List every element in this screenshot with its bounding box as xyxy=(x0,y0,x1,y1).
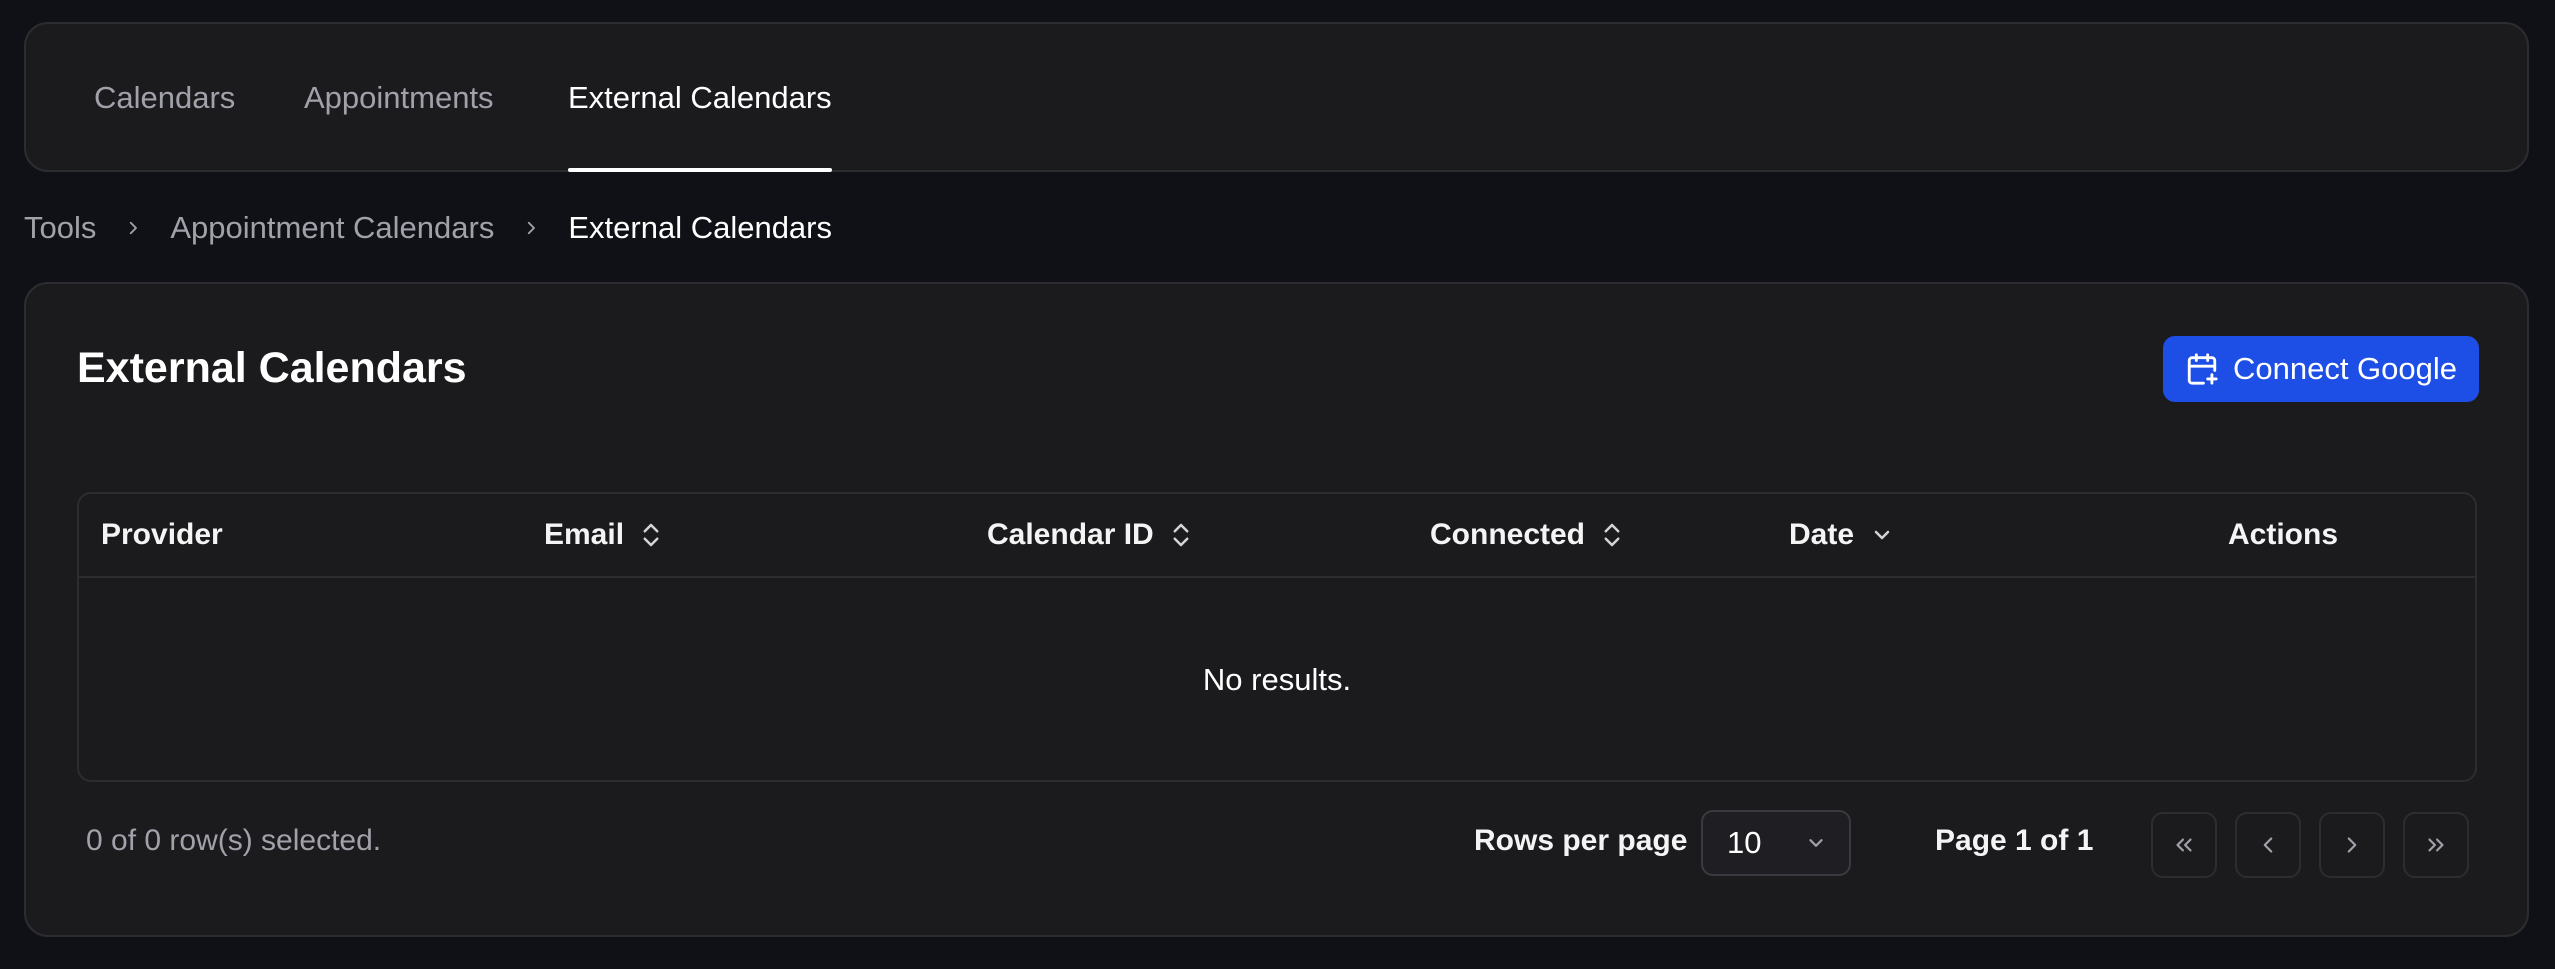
sort-icon xyxy=(640,520,662,550)
column-date[interactable]: Date xyxy=(1789,494,1894,576)
breadcrumb: Tools Appointment Calendars External Cal… xyxy=(24,206,832,250)
calendar-plus-icon xyxy=(2185,352,2219,386)
connect-google-label: Connect Google xyxy=(2232,351,2458,386)
chevron-left-icon xyxy=(2255,832,2281,858)
tabs-bar: Calendars Appointments External Calendar… xyxy=(24,22,2529,172)
rows-per-page-value: 10 xyxy=(1727,825,1762,860)
chevron-right-icon xyxy=(522,219,540,237)
column-calendar-id-label: Calendar ID xyxy=(987,518,1154,551)
breadcrumb-tools[interactable]: Tools xyxy=(24,210,96,246)
rows-per-page-select[interactable]: 10 xyxy=(1701,810,1851,876)
column-date-label: Date xyxy=(1789,518,1855,551)
chevron-down-icon xyxy=(1870,523,1894,547)
connect-google-button[interactable]: Connect Google xyxy=(2163,336,2479,402)
chevron-right-icon xyxy=(2339,832,2365,858)
external-calendars-card: External Calendars Connect Google Provid… xyxy=(24,282,2529,937)
page-indicator: Page 1 of 1 xyxy=(1935,824,2094,857)
chevrons-left-icon xyxy=(2171,832,2197,858)
rows-per-page-label: Rows per page xyxy=(1474,824,1688,857)
calendars-table: Provider Email Calendar ID Connected Dat… xyxy=(77,492,2477,782)
next-page-button[interactable] xyxy=(2319,812,2385,878)
previous-page-button[interactable] xyxy=(2235,812,2301,878)
column-actions: Actions xyxy=(2228,494,2338,576)
column-calendar-id[interactable]: Calendar ID xyxy=(987,494,1192,576)
column-actions-label: Actions xyxy=(2228,518,2339,551)
breadcrumb-appointment-calendars[interactable]: Appointment Calendars xyxy=(170,210,494,246)
last-page-button[interactable] xyxy=(2403,812,2469,878)
first-page-button[interactable] xyxy=(2151,812,2217,878)
empty-state: No results. xyxy=(1202,662,1352,697)
tab-appointments[interactable]: Appointments xyxy=(304,24,494,172)
chevrons-right-icon xyxy=(2423,832,2449,858)
chevron-down-icon xyxy=(1805,832,1827,854)
table-header: Provider Email Calendar ID Connected Dat… xyxy=(79,494,2475,578)
column-connected-label: Connected xyxy=(1430,518,1586,551)
sort-icon xyxy=(1170,520,1192,550)
page-title: External Calendars xyxy=(77,344,467,392)
column-email-label: Email xyxy=(544,518,625,551)
tab-external-calendars[interactable]: External Calendars xyxy=(568,24,832,172)
breadcrumb-external-calendars: External Calendars xyxy=(568,210,832,245)
chevron-right-icon xyxy=(124,219,142,237)
column-connected[interactable]: Connected xyxy=(1430,494,1623,576)
column-provider: Provider xyxy=(101,494,223,576)
sort-icon xyxy=(1601,520,1623,550)
column-provider-label: Provider xyxy=(101,518,223,551)
selection-status: 0 of 0 row(s) selected. xyxy=(86,824,382,857)
tab-calendars[interactable]: Calendars xyxy=(94,24,235,172)
column-email[interactable]: Email xyxy=(544,494,662,576)
